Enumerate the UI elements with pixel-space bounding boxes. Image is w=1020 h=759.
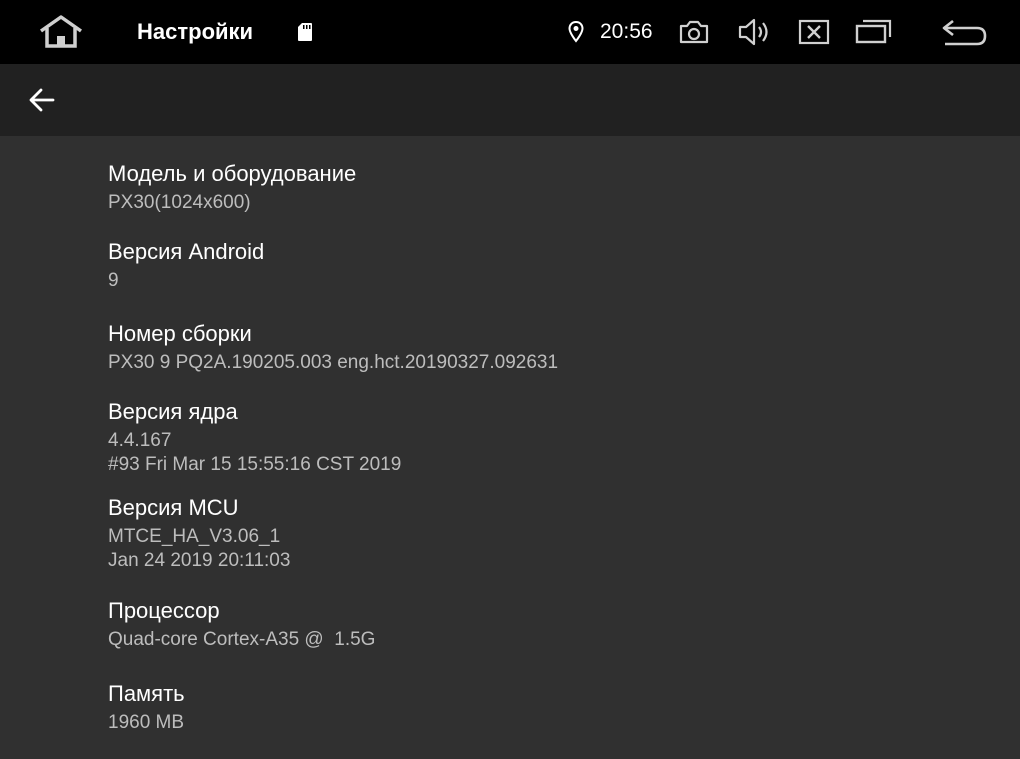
- pref-title: Номер сборки: [108, 321, 252, 346]
- pref-memory[interactable]: Память 1960 MB: [108, 680, 185, 735]
- pref-title: Модель и оборудование: [108, 161, 357, 186]
- pref-model[interactable]: Модель и оборудование PX30(1024x600): [108, 160, 356, 215]
- pref-title: Процессор: [108, 598, 220, 623]
- arrow-left-icon[interactable]: [18, 76, 66, 124]
- pref-summary: 1960 MB: [108, 712, 185, 733]
- close-box-icon[interactable]: [796, 0, 832, 64]
- volume-icon[interactable]: [736, 0, 774, 64]
- clock: 20:56: [600, 20, 653, 43]
- return-icon[interactable]: [938, 0, 990, 64]
- pref-summary: 9: [108, 270, 119, 291]
- pref-title: Версия ядра: [108, 399, 238, 424]
- about-device-list: Модель и оборудование PX30(1024x600) Вер…: [0, 136, 1020, 759]
- pref-summary: PX30(1024x600): [108, 192, 251, 213]
- recent-apps-icon[interactable]: [854, 0, 894, 64]
- pref-summary: Quad-core Cortex-A35 @ 1.5G: [108, 629, 376, 650]
- pref-title: Версия MCU: [108, 495, 239, 520]
- pref-processor[interactable]: Процессор Quad-core Cortex-A35 @ 1.5G: [108, 597, 375, 652]
- status-bar: Настройки 20:56: [0, 0, 1020, 64]
- pref-mcu-version[interactable]: Версия MCU MTCE_HA_V3.06_1 Jan 24 2019 2…: [108, 494, 290, 573]
- action-bar: [0, 64, 1020, 136]
- home-icon[interactable]: [36, 0, 86, 64]
- location-pin-icon: [566, 0, 586, 64]
- camera-icon[interactable]: [676, 0, 712, 64]
- pref-title: Память: [108, 681, 185, 706]
- pref-summary: MTCE_HA_V3.06_1 Jan 24 2019 20:11:03: [108, 526, 291, 571]
- pref-summary: PX30 9 PQ2A.190205.003 eng.hct.20190327.…: [108, 352, 559, 373]
- pref-summary: 4.4.167 #93 Fri Mar 15 15:55:16 CST 2019: [108, 430, 402, 475]
- sd-card-icon: [295, 0, 315, 64]
- app-title: Настройки: [137, 19, 254, 44]
- pref-build-number[interactable]: Номер сборки PX30 9 PQ2A.190205.003 eng.…: [108, 320, 558, 375]
- pref-title: Версия Android: [108, 239, 265, 264]
- pref-kernel-version[interactable]: Версия ядра 4.4.167 #93 Fri Mar 15 15:55…: [108, 398, 401, 477]
- pref-android-version[interactable]: Версия Android 9: [108, 238, 264, 293]
